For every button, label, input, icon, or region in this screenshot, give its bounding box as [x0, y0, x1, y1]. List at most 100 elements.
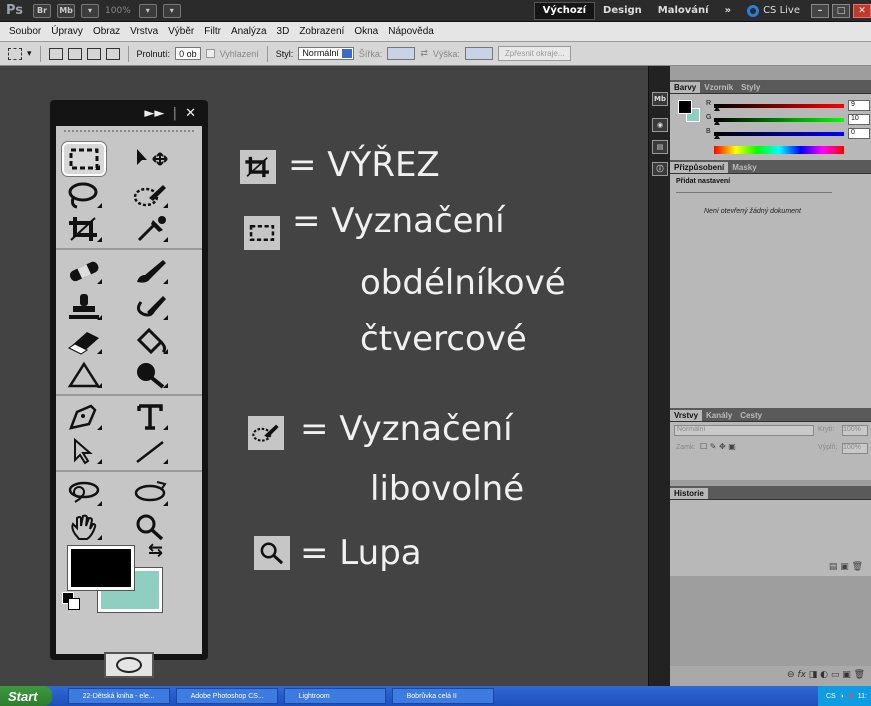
tray-alert-icon[interactable]: ⊗ — [848, 692, 854, 700]
menu-window[interactable]: Okna — [349, 26, 383, 37]
menu-file[interactable]: Soubor — [4, 26, 46, 37]
feather-input[interactable]: 0 ob — [175, 47, 201, 60]
default-colors-icon[interactable] — [62, 592, 80, 610]
crop-tool[interactable] — [62, 212, 106, 246]
screen-mode-button[interactable]: ▾ — [162, 3, 181, 18]
path-selection-tool[interactable] — [62, 434, 106, 468]
workspace-design[interactable]: Design — [595, 2, 650, 20]
mini-bridge-panel-icon[interactable]: Mb — [652, 92, 668, 106]
menu-3d[interactable]: 3D — [272, 26, 295, 37]
line-tool[interactable] — [128, 434, 172, 468]
spot-healing-brush-tool[interactable] — [62, 254, 106, 288]
color-spectrum-bar[interactable] — [714, 146, 844, 154]
workspace-more[interactable]: » — [717, 2, 739, 20]
menu-layer[interactable]: Vrstva — [125, 26, 163, 37]
subtract-from-selection-icon[interactable] — [86, 47, 101, 60]
opacity-input[interactable]: 100% — [842, 425, 868, 436]
minimize-button[interactable]: – — [811, 3, 829, 18]
green-slider[interactable] — [714, 118, 844, 122]
notes-panel-icon[interactable]: ▤ — [652, 140, 668, 154]
quick-selection-tool[interactable] — [128, 178, 172, 212]
dodge-tool[interactable] — [128, 358, 172, 392]
view-extras-button[interactable]: ▾ — [81, 3, 100, 18]
tab-channels[interactable]: Kanály — [702, 410, 736, 421]
tools-panel-grip[interactable] — [64, 130, 194, 134]
refine-edge-button[interactable]: Zpřesnit okraje... — [497, 46, 572, 61]
height-input[interactable] — [464, 47, 493, 60]
close-button[interactable]: ✕ — [853, 3, 871, 18]
menu-analysis[interactable]: Analýza — [226, 26, 272, 37]
tab-history[interactable]: Historie — [670, 488, 708, 499]
tool-preset-chevron-icon[interactable]: ▾ — [27, 48, 32, 59]
tab-masks[interactable]: Masky — [728, 162, 760, 173]
eraser-tool[interactable] — [62, 324, 106, 358]
green-slider-thumb[interactable] — [714, 120, 720, 125]
zoom-tool[interactable] — [128, 510, 172, 544]
width-input[interactable] — [387, 47, 416, 60]
arrange-documents-button[interactable]: ▾ — [138, 3, 157, 18]
expand-panel-icon[interactable]: ►► — [144, 106, 164, 121]
new-selection-icon[interactable] — [48, 47, 63, 60]
panel-foreground-swatch[interactable] — [678, 100, 692, 114]
history-footer-icons[interactable]: ▤ ▣ 🗑 — [829, 562, 863, 572]
tab-colors[interactable]: Barvy — [670, 82, 701, 93]
lasso-tool[interactable] — [62, 178, 106, 212]
blue-slider-thumb[interactable] — [714, 134, 720, 139]
tab-layers[interactable]: Vrstvy — [670, 410, 703, 421]
pen-tool[interactable] — [62, 400, 106, 434]
launch-bridge-button[interactable]: Br — [33, 3, 52, 18]
antialias-checkbox[interactable] — [205, 49, 215, 58]
menu-image[interactable]: Obraz — [88, 26, 125, 37]
green-value-input[interactable]: 10 — [848, 114, 870, 125]
info-panel-icon[interactable]: ⓘ — [652, 162, 668, 176]
move-tool[interactable] — [128, 142, 172, 176]
blur-tool[interactable] — [62, 358, 106, 392]
tool-preset-icon[interactable] — [8, 47, 22, 60]
menu-select[interactable]: Výběr — [163, 26, 199, 37]
taskbar-item-photoshop[interactable]: Adobe Photoshop CS... — [175, 688, 278, 704]
clone-stamp-tool[interactable] — [62, 290, 106, 324]
red-value-input[interactable]: 9 — [848, 100, 870, 111]
tray-language[interactable]: CS — [826, 693, 836, 700]
history-brush-tool[interactable] — [128, 290, 172, 324]
brush-tool[interactable] — [128, 254, 172, 288]
swap-dimensions-icon[interactable]: ⇄ — [420, 48, 428, 59]
layer-effects-icon[interactable]: fx — [797, 670, 806, 680]
swap-colors-icon[interactable]: ⇆ — [148, 540, 163, 561]
start-button[interactable]: Start — [0, 686, 52, 706]
menu-filter[interactable]: Filtr — [199, 26, 226, 37]
type-tool[interactable] — [128, 400, 172, 434]
tray-clock[interactable]: 11: — [858, 693, 867, 700]
blend-mode-select[interactable]: Normální — [674, 425, 814, 436]
paint-bucket-tool[interactable] — [128, 324, 172, 358]
workspace-essentials[interactable]: Výchozí — [533, 1, 596, 20]
lock-icons[interactable]: ☐ ✎ ✥ ▣ — [700, 442, 736, 451]
tab-swatches[interactable]: Vzorník — [700, 82, 737, 93]
tab-styles[interactable]: Styly — [737, 82, 764, 93]
menu-help[interactable]: Nápověda — [383, 26, 439, 37]
menu-edit[interactable]: Úpravy — [46, 26, 88, 37]
3d-rotate-tool[interactable] — [62, 476, 106, 510]
rectangular-marquee-tool[interactable] — [62, 142, 106, 176]
launch-mini-bridge-button[interactable]: Mb — [57, 3, 76, 18]
3d-panel-icon[interactable]: ◉ — [652, 118, 668, 132]
layers-footer-icons[interactable]: ⊖ fx ◨ ◐ ▭ ▣ 🗑 — [787, 670, 865, 680]
fill-input[interactable]: 100% — [842, 443, 868, 454]
tab-adjustments[interactable]: Přizpůsobení — [670, 162, 729, 173]
foreground-color-swatch[interactable] — [68, 546, 134, 590]
zoom-level[interactable]: 100% — [105, 6, 131, 16]
tray-network-icon[interactable]: ◑ — [840, 693, 844, 700]
workspace-painting[interactable]: Malování — [650, 2, 717, 20]
red-slider[interactable] — [714, 104, 844, 108]
blue-slider[interactable] — [714, 132, 844, 136]
taskbar-item-lightroom[interactable]: Lightroom — [283, 688, 386, 704]
intersect-selection-icon[interactable] — [105, 47, 120, 60]
blue-value-input[interactable]: 0 — [848, 128, 870, 139]
maximize-button[interactable]: □ — [832, 3, 850, 18]
taskbar-item-document[interactable]: 22-Dětská kniha - ele... — [67, 688, 170, 704]
add-to-selection-icon[interactable] — [67, 47, 82, 60]
quick-mask-button[interactable] — [104, 652, 154, 678]
style-select[interactable]: Normální — [298, 47, 354, 60]
3d-orbit-tool[interactable] — [128, 476, 172, 510]
tab-paths[interactable]: Cesty — [736, 410, 766, 421]
